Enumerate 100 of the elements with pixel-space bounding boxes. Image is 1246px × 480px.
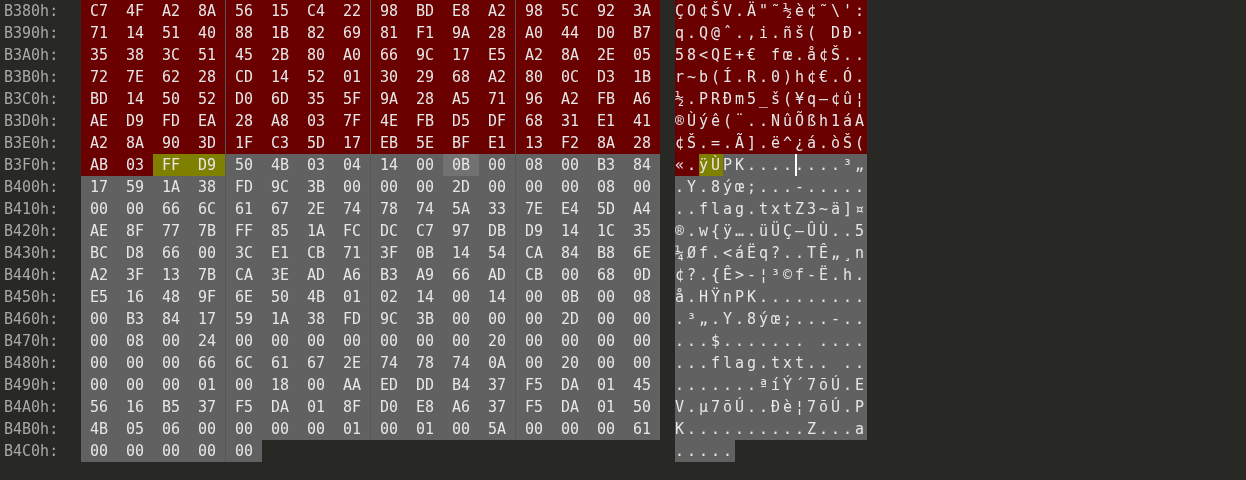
hex-byte[interactable]: 33 [479,198,515,220]
hex-byte[interactable]: FF [153,154,189,176]
hex-byte[interactable]: 2D [552,308,588,330]
hex-byte[interactable]: DC [370,220,407,242]
hex-byte[interactable]: 59 [225,308,262,330]
hex-byte[interactable]: 97 [443,220,479,242]
hex-byte[interactable]: 00 [153,352,189,374]
hex-byte[interactable]: 05 [117,418,153,440]
hex-byte[interactable]: 16 [117,396,153,418]
hex-byte[interactable]: 9C [262,176,298,198]
hex-byte[interactable]: 00 [298,374,334,396]
hex-byte[interactable]: 61 [262,352,298,374]
hex-byte[interactable]: ED [370,374,407,396]
hex-byte[interactable]: E8 [407,396,443,418]
hex-byte[interactable]: 3D [189,132,225,154]
hex-byte[interactable]: F1 [407,22,443,44]
hex-byte[interactable]: 59 [117,176,153,198]
hex-byte[interactable]: 00 [624,308,660,330]
hex-byte[interactable]: 6D [262,88,298,110]
hex-byte[interactable]: 3B [407,308,443,330]
hex-byte[interactable]: 1C [588,220,624,242]
hex-byte[interactable]: 5D [588,198,624,220]
hex-byte[interactable]: 29 [407,66,443,88]
hex-byte[interactable]: 3A [624,0,660,22]
hex-byte[interactable]: A6 [334,264,370,286]
hex-byte[interactable]: 92 [588,0,624,22]
hex-byte[interactable]: 81 [370,22,407,44]
hex-byte[interactable]: AE [81,110,117,132]
hex-byte[interactable]: 0B [407,242,443,264]
hex-byte[interactable]: 1A [153,176,189,198]
hex-byte[interactable]: 14 [479,286,515,308]
hex-byte[interactable]: 82 [298,22,334,44]
hex-byte[interactable]: B3 [117,308,153,330]
hex-byte[interactable]: 68 [443,66,479,88]
hex-byte[interactable]: 37 [189,396,225,418]
hex-byte[interactable]: 17 [189,308,225,330]
hex-byte[interactable]: 9F [189,286,225,308]
hex-byte[interactable]: 66 [443,264,479,286]
hex-byte[interactable]: 74 [370,352,407,374]
hex-byte[interactable]: 50 [153,88,189,110]
hex-byte[interactable]: 00 [117,198,153,220]
hex-byte[interactable]: E5 [81,286,117,308]
hex-byte[interactable]: 00 [117,352,153,374]
hex-byte[interactable]: 00 [370,176,407,198]
hex-byte[interactable]: 74 [407,198,443,220]
hex-byte[interactable]: D0 [588,22,624,44]
hex-byte[interactable]: 00 [552,176,588,198]
hex-byte[interactable]: CD [225,66,262,88]
hex-byte[interactable]: D5 [443,110,479,132]
hex-byte[interactable]: 00 [552,154,588,176]
hex-byte[interactable]: 00 [515,286,552,308]
hex-byte[interactable]: 00 [81,352,117,374]
hex-byte[interactable]: 03 [298,154,334,176]
hex-byte[interactable]: 96 [515,88,552,110]
hex-byte[interactable]: 08 [515,154,552,176]
hex-byte[interactable]: 52 [189,88,225,110]
hex-byte[interactable]: 00 [479,308,515,330]
hex-byte[interactable]: 3F [117,264,153,286]
hex-byte[interactable]: 54 [479,242,515,264]
hex-byte[interactable]: A6 [624,88,660,110]
hex-byte[interactable]: 61 [225,198,262,220]
hex-byte[interactable]: 00 [81,330,117,352]
hex-byte[interactable]: 08 [624,286,660,308]
hex-byte[interactable]: 1B [624,66,660,88]
hex-byte[interactable]: D8 [117,242,153,264]
hex-byte[interactable]: 00 [225,374,262,396]
hex-byte[interactable]: 66 [153,242,189,264]
hex-byte[interactable]: DA [262,396,298,418]
hex-byte[interactable]: 71 [81,22,117,44]
hex-byte[interactable]: 88 [225,22,262,44]
hex-byte[interactable]: 51 [189,44,225,66]
hex-byte[interactable]: 9A [370,88,407,110]
hex-byte[interactable]: 00 [81,374,117,396]
hex-byte[interactable]: DA [552,374,588,396]
hex-byte[interactable]: 00 [225,330,262,352]
hex-byte[interactable]: 38 [189,176,225,198]
hex-byte[interactable]: 85 [262,220,298,242]
hex-byte[interactable]: 01 [334,66,370,88]
hex-byte[interactable]: 00 [334,176,370,198]
hex-byte[interactable]: 15 [262,0,298,22]
hex-byte[interactable]: 00 [624,330,660,352]
hex-byte[interactable]: 00 [443,330,479,352]
hex-byte[interactable]: 5D [298,132,334,154]
hex-byte[interactable]: 2E [298,198,334,220]
hex-byte[interactable]: B5 [153,396,189,418]
hex-byte[interactable]: 00 [189,242,225,264]
hex-byte[interactable]: B7 [624,22,660,44]
hex-byte[interactable]: 14 [117,88,153,110]
hex-byte[interactable]: 08 [588,176,624,198]
hex-byte[interactable]: 44 [552,22,588,44]
hex-byte[interactable]: 84 [624,154,660,176]
hex-byte[interactable]: 62 [153,66,189,88]
hex-byte[interactable]: 1A [298,220,334,242]
hex-byte[interactable]: 56 [81,396,117,418]
hex-byte[interactable]: 00 [588,286,624,308]
hex-byte[interactable]: 28 [479,22,515,44]
hex-byte[interactable]: 7E [515,198,552,220]
hex-byte[interactable]: 17 [443,44,479,66]
hex-byte[interactable]: A2 [81,132,117,154]
hex-byte[interactable]: D9 [189,154,225,176]
